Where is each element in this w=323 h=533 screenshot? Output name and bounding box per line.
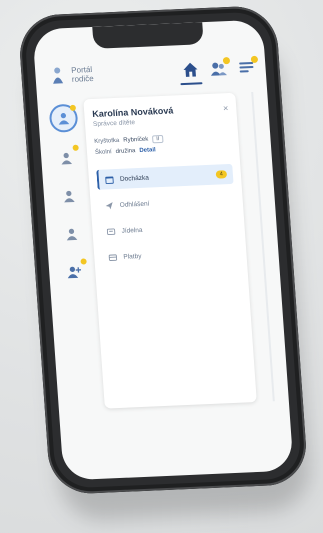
child-avatar-3[interactable] — [56, 184, 82, 209]
class-chip: II — [152, 134, 164, 144]
header-nav — [181, 55, 259, 79]
child-avatar-4[interactable] — [59, 221, 85, 246]
phone-screen: Portál rodiče × Karolína Nováková Správc… — [32, 19, 294, 481]
menu-item-payments[interactable]: Platby — [102, 242, 239, 268]
child-icon — [58, 113, 70, 125]
send-icon — [105, 201, 113, 209]
child-2-notification-dot — [72, 144, 79, 151]
child-rail — [48, 103, 92, 299]
menu-item-attendance[interactable]: Docházka 4 — [96, 163, 234, 190]
class-value: Rybníček — [123, 136, 149, 144]
class-info: Kryštofka Rybníček II — [94, 132, 230, 146]
home-button[interactable] — [181, 60, 200, 79]
child-icon — [61, 152, 73, 165]
brand-title-line2: rodiče — [71, 73, 94, 84]
add-child-notification-dot — [80, 258, 87, 265]
child-1-notification-dot — [69, 104, 77, 111]
calendar-icon — [105, 176, 114, 184]
app-header: Portál rodiče — [34, 45, 267, 97]
people-notification-dot — [222, 56, 231, 65]
add-person-icon — [67, 266, 82, 279]
phone-notch — [92, 22, 204, 49]
child-avatar-1[interactable] — [48, 103, 79, 133]
detail-link[interactable]: Detail — [139, 147, 156, 154]
menu-item-label: Platby — [123, 252, 142, 261]
panel-menu: Docházka 4 Odhlášení Jídelna Platby — [96, 163, 239, 268]
menu-item-label: Jídelna — [121, 226, 143, 235]
food-icon — [106, 227, 116, 235]
photo-background: Portál rodiče × Karolína Nováková Správc… — [0, 0, 323, 533]
brand-logo-icon — [53, 67, 64, 84]
brand-title: Portál rodiče — [71, 65, 94, 84]
add-child-button[interactable] — [61, 258, 87, 284]
payment-icon — [108, 253, 118, 261]
club-label: Školní — [94, 149, 112, 156]
scrollbar[interactable] — [251, 91, 275, 402]
menu-item-label: Odhlášení — [119, 200, 150, 209]
club-info: Školní družina Detail — [95, 144, 231, 156]
class-label: Kryštofka — [94, 137, 120, 145]
phone-frame: Portál rodiče × Karolína Nováková Správc… — [17, 4, 309, 496]
people-button[interactable] — [209, 56, 231, 78]
home-icon — [183, 62, 198, 77]
child-icon — [66, 228, 78, 241]
child-detail-panel: × Karolína Nováková Správce dítěte Kryšt… — [83, 92, 257, 409]
close-icon[interactable]: × — [223, 103, 229, 113]
attendance-badge: 4 — [215, 170, 228, 179]
menu-item-label: Docházka — [119, 174, 150, 183]
child-icon — [64, 190, 75, 203]
messages-notification-dot — [250, 55, 259, 64]
club-value: družina — [115, 148, 136, 155]
menu-item-signoff[interactable]: Odhlášení — [98, 190, 235, 216]
messages-button[interactable] — [237, 55, 259, 77]
child-avatar-2[interactable] — [54, 144, 80, 171]
menu-item-canteen[interactable]: Jídelna — [100, 216, 237, 242]
